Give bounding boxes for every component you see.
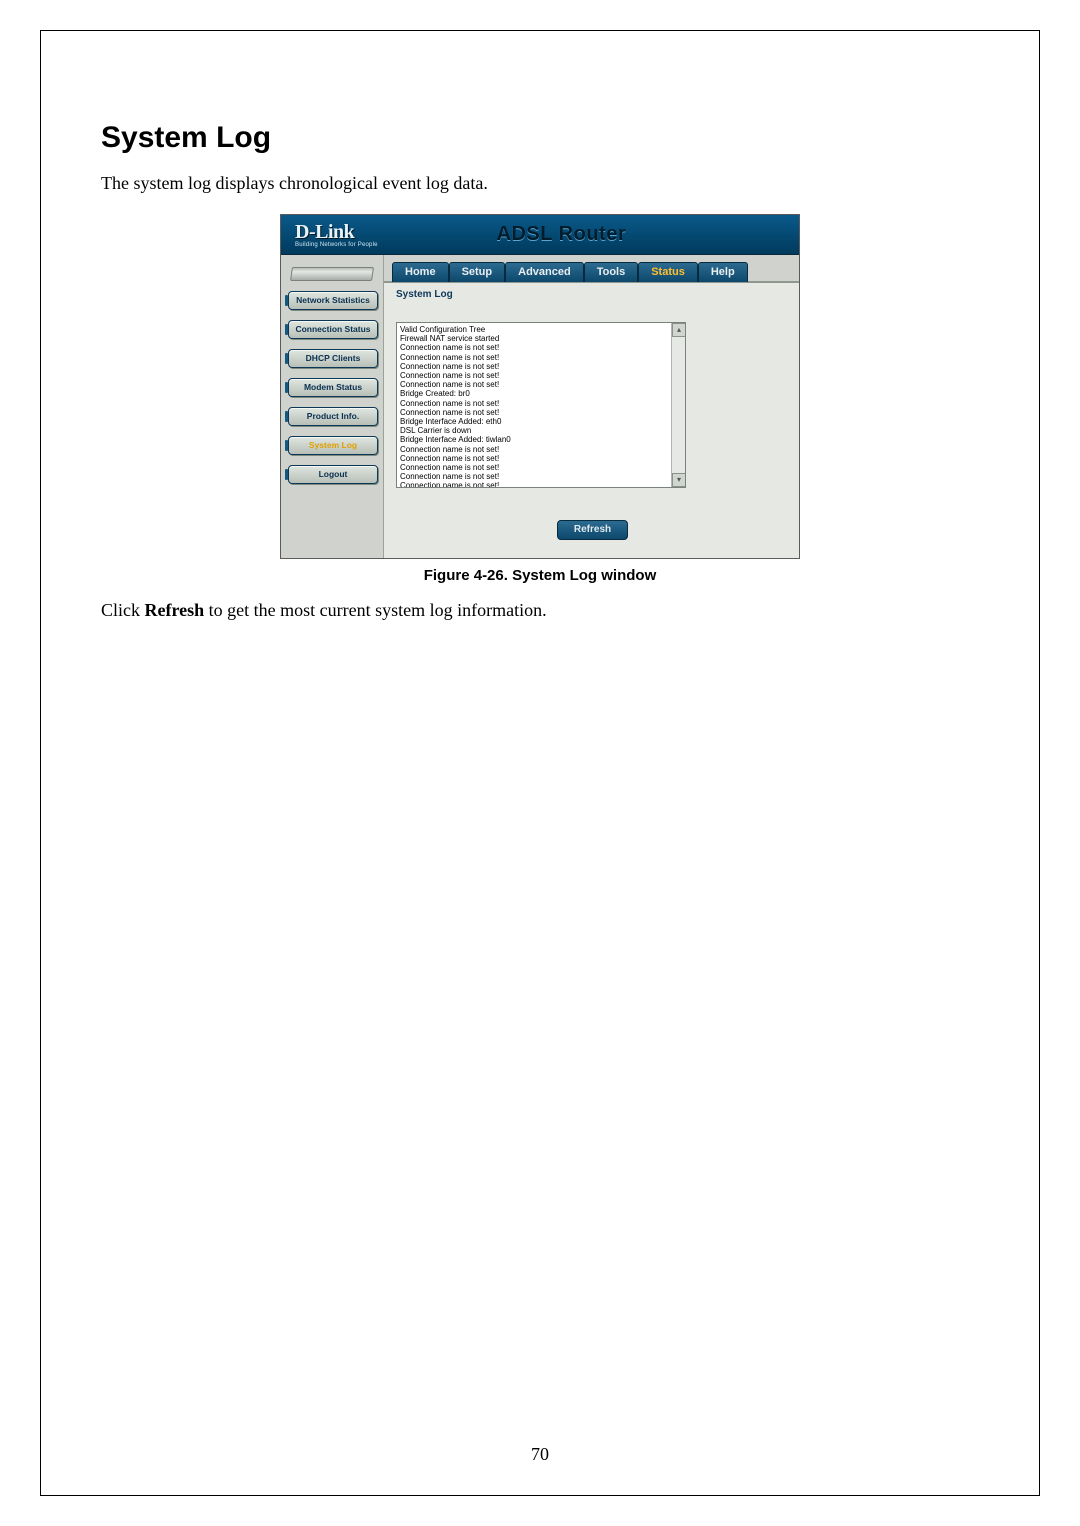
panel-title: System Log [396,289,789,300]
sidebar-item-system-log[interactable]: System Log [288,436,378,455]
sidebar-item-network-statistics[interactable]: Network Statistics [288,291,378,310]
log-line: Connection name is not set! [400,380,669,389]
log-line: Connection name is not set! [400,463,669,472]
tab-tools[interactable]: Tools [584,262,639,282]
tab-help[interactable]: Help [698,262,748,282]
sidebar-item-logout[interactable]: Logout [288,465,378,484]
content-area: Home Setup Advanced Tools Status Help Sy… [384,255,799,558]
system-log-panel: System Log Valid Configuration Tree Fire… [384,283,799,548]
log-line: Connection name is not set! [400,454,669,463]
router-window: D-Link Building Networks for People ADSL… [280,214,800,559]
tab-status[interactable]: Status [638,262,698,282]
sidebar: Network Statistics Connection Status DHC… [281,255,384,558]
refresh-button[interactable]: Refresh [557,520,628,540]
tab-setup[interactable]: Setup [449,262,506,282]
page-number: 70 [41,1444,1039,1465]
brand-logo: D-Link Building Networks for People [295,222,378,248]
log-line: Firewall NAT service started [400,334,669,343]
log-line: Connection name is not set! [400,472,669,481]
log-line: Valid Configuration Tree [400,325,669,334]
page-frame: System Log The system log displays chron… [40,30,1040,1496]
router-body: Network Statistics Connection Status DHC… [281,255,799,558]
sidebar-item-modem-status[interactable]: Modem Status [288,378,378,397]
tab-bar: Home Setup Advanced Tools Status Help [384,255,799,283]
refresh-wrap: Refresh [396,516,789,540]
log-line: Connection name is not set! [400,399,669,408]
intro-text: The system log displays chronological ev… [101,173,979,194]
tab-home[interactable]: Home [392,262,449,282]
log-line: Bridge Created: br0 [400,389,669,398]
outro-suffix: to get the most current system log infor… [204,600,546,620]
sidebar-item-dhcp-clients[interactable]: DHCP Clients [288,349,378,368]
page-title: System Log [101,121,979,155]
router-header-title: ADSL Router [378,223,745,246]
scrollbar-track[interactable]: ▴ ▾ [671,323,685,487]
log-line: DSL Carrier is down [400,426,669,435]
modem-illustration [287,263,377,281]
log-line: Connection name is not set! [400,353,669,362]
log-line: Connection name is not set! [400,371,669,380]
system-log-textarea[interactable]: Valid Configuration Tree Firewall NAT se… [396,322,686,488]
outro-prefix: Click [101,600,145,620]
sidebar-item-connection-status[interactable]: Connection Status [288,320,378,339]
scroll-down-icon[interactable]: ▾ [672,473,686,487]
sidebar-item-product-info[interactable]: Product Info. [288,407,378,426]
log-line: Connection name is not set! [400,445,669,454]
log-line: Connection name is not set! [400,481,669,488]
router-header: D-Link Building Networks for People ADSL… [281,215,799,255]
log-line: Bridge Interface Added: tiwlan0 [400,435,669,444]
log-line: Connection name is not set! [400,343,669,352]
log-line: Connection name is not set! [400,408,669,417]
outro-text: Click Refresh to get the most current sy… [101,600,979,621]
figure-caption: Figure 4-26. System Log window [101,567,979,584]
tab-advanced[interactable]: Advanced [505,262,584,282]
outro-bold: Refresh [145,600,205,620]
brand-tagline: Building Networks for People [295,242,378,248]
log-line: Connection name is not set! [400,362,669,371]
scroll-up-icon[interactable]: ▴ [672,323,686,337]
log-line: Bridge Interface Added: eth0 [400,417,669,426]
brand-logo-text: D-Link [295,222,378,242]
